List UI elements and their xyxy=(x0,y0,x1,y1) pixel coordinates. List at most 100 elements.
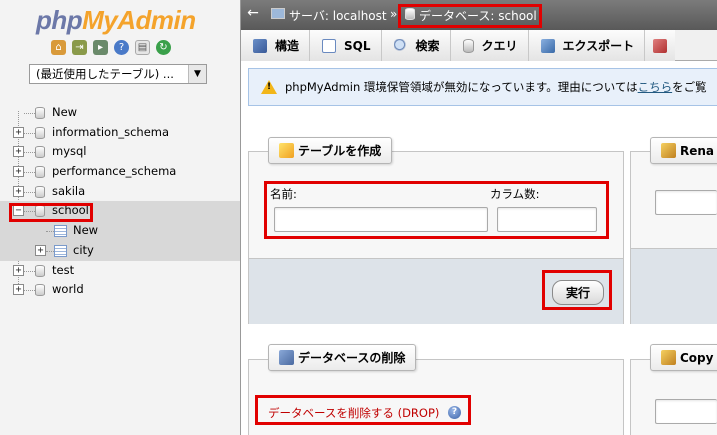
export-icon xyxy=(540,38,555,53)
tree-item-label: information_schema xyxy=(52,124,170,139)
breadcrumb-separator: » xyxy=(390,7,398,21)
tab-structure[interactable]: 構造 xyxy=(241,30,311,61)
new-table-icon xyxy=(54,225,67,238)
create-table-legend: テーブルを作成 xyxy=(268,137,393,164)
import-icon xyxy=(653,38,668,53)
breadcrumb-database[interactable]: データベース: school xyxy=(419,7,537,24)
help-icon[interactable]: ? xyxy=(448,406,461,419)
breadcrumb: ← サーバ: localhost » データベース: school xyxy=(241,0,717,30)
copy-database-title: Copy xyxy=(680,350,714,365)
rename-database-input[interactable] xyxy=(655,190,717,215)
database-icon xyxy=(35,166,45,179)
rename-footer xyxy=(631,248,717,324)
expand-icon[interactable]: + xyxy=(13,166,24,178)
table-name-label: 名前: xyxy=(270,187,297,201)
copy-database-input[interactable] xyxy=(655,399,717,424)
table-name-input[interactable] xyxy=(274,207,488,232)
tree-item-new[interactable]: New xyxy=(0,103,240,123)
create-table-go-button[interactable]: 実行 xyxy=(552,280,604,305)
expand-icon[interactable]: + xyxy=(13,126,24,138)
tree-item-performance-schema[interactable]: + performance_schema xyxy=(0,162,240,182)
database-icon xyxy=(405,8,415,20)
column-count-input[interactable] xyxy=(497,207,597,232)
drop-database-link[interactable]: データベースを削除する (DROP) xyxy=(268,405,439,421)
notice-message: phpMyAdmin 環境保管領域が無効になっています。理由についてはこちらをご… xyxy=(248,68,717,106)
help-icon[interactable]: ? xyxy=(114,40,129,55)
tree-item-label: school xyxy=(52,203,89,218)
database-tree: New + information_schema + mysql + perfo… xyxy=(0,103,240,300)
pencil-icon xyxy=(661,143,676,158)
tree-item-label: New xyxy=(52,105,78,119)
tab-label: クエリ xyxy=(481,39,518,53)
panel-divider[interactable] xyxy=(240,0,241,435)
new-table-icon xyxy=(279,143,294,158)
new-database-icon xyxy=(35,107,45,119)
database-icon xyxy=(35,284,45,297)
tree-item-label: New xyxy=(73,223,99,238)
query-window-icon[interactable]: ▸ xyxy=(93,40,108,55)
tree-item-label: mysql xyxy=(52,144,87,159)
tree-item-school[interactable]: − school xyxy=(0,201,240,222)
exit-icon[interactable]: ⇥ xyxy=(72,40,87,55)
nav-icon-bar: ⌂ ⇥ ▸ ? ▤ ↻ xyxy=(51,40,171,55)
tree-item-label: performance_schema xyxy=(52,164,177,179)
tab-sql[interactable]: SQL xyxy=(310,30,382,61)
tree-item-label: sakila xyxy=(52,183,86,198)
database-icon xyxy=(35,146,45,159)
expand-icon[interactable]: + xyxy=(13,284,24,296)
tree-item-information-schema[interactable]: + information_schema xyxy=(0,123,240,143)
column-count-label: カラム数: xyxy=(490,187,540,201)
sql-icon xyxy=(322,38,337,53)
tab-label: 構造 xyxy=(275,39,300,53)
reload-icon[interactable]: ↻ xyxy=(156,40,171,55)
tree-item-city[interactable]: + city xyxy=(0,240,240,261)
drop-database-legend: データベースの削除 xyxy=(268,344,417,371)
tab-label: 検索 xyxy=(415,39,440,53)
rename-database-legend: Rena xyxy=(650,137,717,164)
query-icon xyxy=(462,38,474,53)
database-icon xyxy=(35,126,45,139)
tab-import[interactable] xyxy=(645,30,676,61)
expand-icon[interactable]: + xyxy=(13,146,24,158)
notice-text: phpMyAdmin 環境保管領域が無効になっています。理由については xyxy=(285,80,638,94)
notice-link[interactable]: こちら xyxy=(638,79,673,95)
chevron-down-icon: ▼ xyxy=(188,65,206,83)
create-table-title: テーブルを作成 xyxy=(298,144,382,158)
docs-icon[interactable]: ▤ xyxy=(135,40,150,55)
breadcrumb-server[interactable]: サーバ: localhost xyxy=(289,7,387,24)
database-icon xyxy=(35,205,45,218)
tree-item-test[interactable]: + test xyxy=(0,261,240,281)
tree-item-label: test xyxy=(52,262,75,277)
notice-text-end: をご覧 xyxy=(672,80,707,94)
tree-item-new-table[interactable]: New xyxy=(0,221,240,241)
collapse-icon[interactable]: − xyxy=(13,205,24,217)
navigation-panel: phpMyAdmin ⌂ ⇥ ▸ ? ▤ ↻ (最近使用したテーブル) ... … xyxy=(0,0,240,435)
recent-tables-select[interactable]: (最近使用したテーブル) ... ▼ xyxy=(29,64,207,84)
warning-icon xyxy=(261,80,277,94)
tab-export[interactable]: エクスポート xyxy=(528,30,646,61)
structure-icon xyxy=(253,38,267,53)
database-icon xyxy=(35,264,45,277)
tree-item-label: world xyxy=(52,282,84,297)
rename-database-title: Rena xyxy=(680,143,715,158)
tree-item-mysql[interactable]: + mysql xyxy=(0,142,240,162)
drop-database-title: データベースの削除 xyxy=(298,351,406,365)
copy-database-legend: Copy xyxy=(650,344,717,371)
tree-item-world[interactable]: + world xyxy=(0,280,240,300)
expand-icon[interactable]: + xyxy=(13,185,24,197)
tree-item-sakila[interactable]: + sakila xyxy=(0,182,240,202)
tab-menu: 構造 SQL 検索 クエリ エクスポート xyxy=(241,30,717,61)
home-icon[interactable]: ⌂ xyxy=(51,40,66,55)
database-ops-icon xyxy=(279,350,294,365)
back-arrow-icon[interactable]: ← xyxy=(245,5,261,21)
tab-search[interactable]: 検索 xyxy=(381,30,451,61)
server-icon xyxy=(271,8,285,19)
tab-label: SQL xyxy=(344,38,371,53)
search-icon xyxy=(393,38,408,53)
tab-query[interactable]: クエリ xyxy=(450,30,529,61)
recent-tables-value: (最近使用したテーブル) ... xyxy=(36,67,174,81)
expand-icon[interactable]: + xyxy=(35,244,46,256)
expand-icon[interactable]: + xyxy=(13,264,24,276)
rename-database-panel xyxy=(630,151,717,324)
phpmyadmin-logo[interactable]: phpMyAdmin xyxy=(36,5,196,36)
